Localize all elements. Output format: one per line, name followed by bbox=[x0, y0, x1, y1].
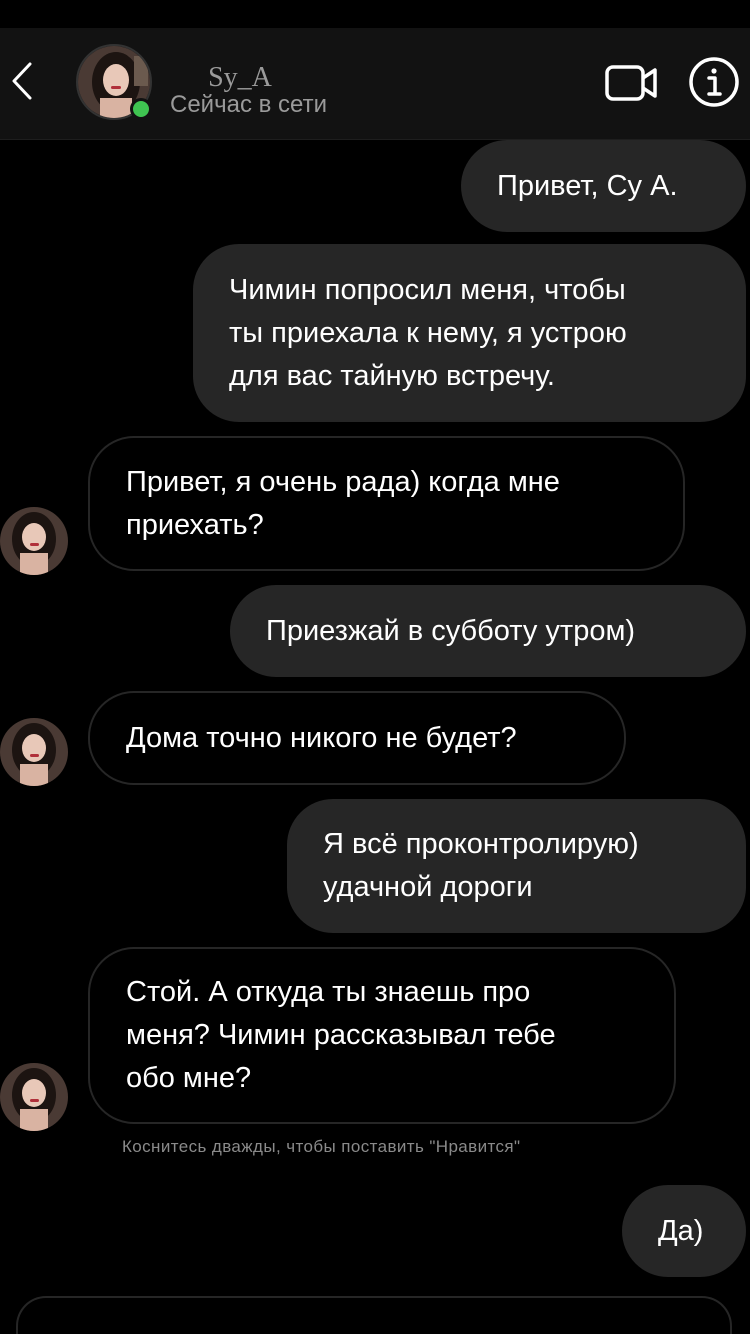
message-bubble-incoming[interactable]: Дома точно никого не будет? bbox=[88, 691, 626, 785]
message-bubble-outgoing[interactable]: Я всё проконтролирую) удачной дороги bbox=[287, 799, 746, 933]
message-composer[interactable] bbox=[16, 1296, 732, 1334]
status-bar bbox=[0, 0, 750, 28]
avatar-photo bbox=[0, 1063, 68, 1131]
message-bubble-outgoing[interactable]: Чимин попросил меня, чтобы ты приехала к… bbox=[193, 244, 746, 422]
video-camera-icon bbox=[605, 65, 657, 101]
sender-avatar[interactable] bbox=[0, 507, 68, 575]
message-bubble-incoming[interactable]: Стой. А откуда ты знаешь про меня? Чимин… bbox=[88, 947, 676, 1124]
message-bubble-outgoing[interactable]: Приезжай в субботу утром) bbox=[230, 585, 746, 677]
avatar-photo bbox=[0, 718, 68, 786]
back-button[interactable] bbox=[6, 56, 42, 106]
chat-header: Sy_A Сейчас в сети bbox=[0, 28, 750, 140]
sender-avatar[interactable] bbox=[0, 718, 68, 786]
message-bubble-outgoing[interactable]: Привет, Су А. bbox=[461, 140, 746, 232]
message-bubble-outgoing[interactable]: Да) bbox=[622, 1185, 746, 1277]
avatar-photo bbox=[0, 507, 68, 575]
double-tap-like-hint: Коснитесь дважды, чтобы поставить "Нрави… bbox=[122, 1137, 521, 1156]
info-button[interactable] bbox=[688, 56, 740, 108]
chevron-left-icon bbox=[12, 62, 32, 100]
info-icon bbox=[689, 57, 739, 107]
online-status-dot bbox=[130, 98, 152, 120]
contact-status: Сейчас в сети bbox=[170, 91, 327, 118]
sender-avatar[interactable] bbox=[0, 1063, 68, 1131]
video-call-button[interactable] bbox=[604, 60, 660, 106]
message-bubble-incoming[interactable]: Привет, я очень рада) когда мне приехать… bbox=[88, 436, 685, 571]
